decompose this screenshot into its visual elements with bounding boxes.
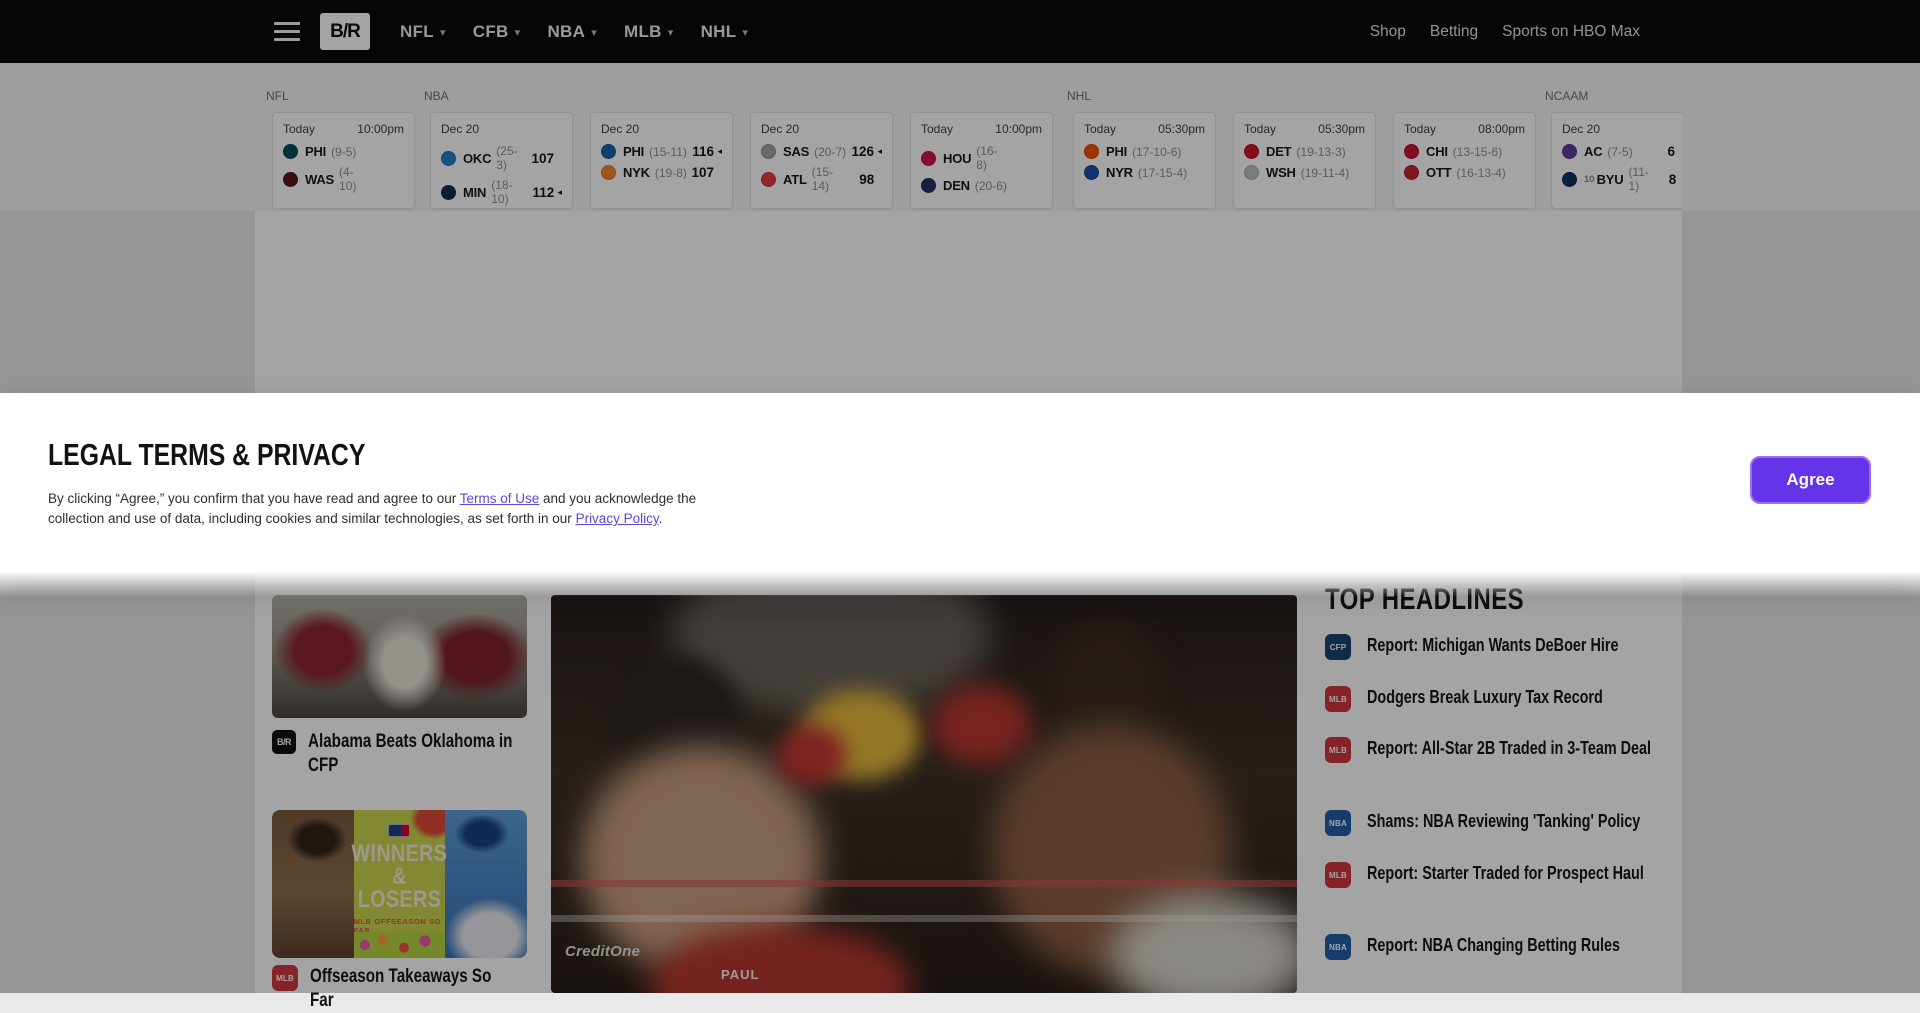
body-text: By clicking “Agree,” you confirm that yo… xyxy=(48,491,460,506)
body-text: . xyxy=(659,511,663,526)
terms-of-use-link[interactable]: Terms of Use xyxy=(460,491,540,506)
modal-body-text: By clicking “Agree,” you confirm that yo… xyxy=(48,489,748,530)
privacy-policy-link[interactable]: Privacy Policy xyxy=(576,511,659,526)
modal-title: LEGAL TERMS & PRIVACY xyxy=(48,437,368,473)
legal-terms-modal: LEGAL TERMS & PRIVACY By clicking “Agree… xyxy=(0,393,1920,573)
agree-button[interactable]: Agree xyxy=(1750,456,1871,504)
